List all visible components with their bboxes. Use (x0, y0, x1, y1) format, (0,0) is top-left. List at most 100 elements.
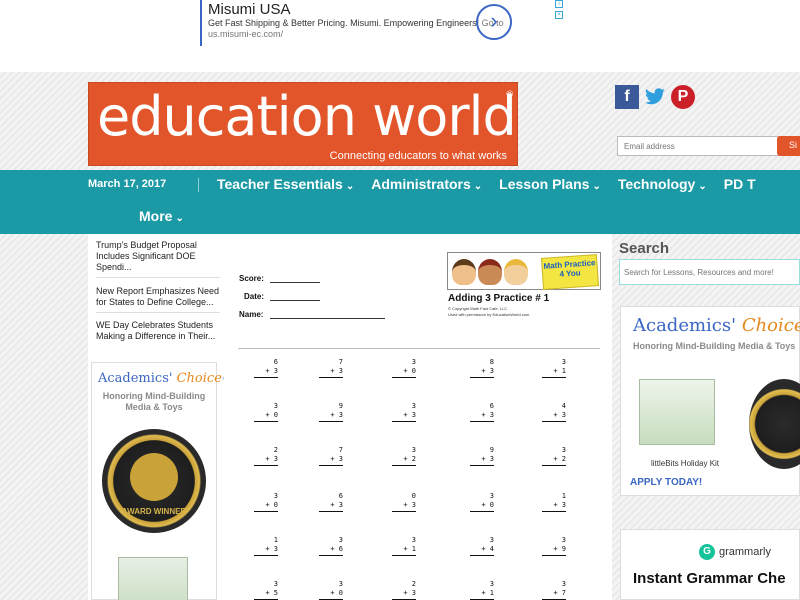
problem-top-number: 7 (338, 358, 343, 366)
nav-item-label: More (139, 208, 173, 224)
problem-bottom-number: + 3 (319, 411, 343, 420)
problem-bottom-number: + 1 (542, 367, 566, 376)
addition-problem: 2 + 3 (392, 580, 416, 600)
kids-illustration (450, 257, 530, 287)
logo-word-1: education (97, 85, 357, 148)
grammarly-logo: G grammarly (699, 544, 771, 560)
answer-line (319, 421, 343, 422)
addition-problem: 3 + 0 (392, 358, 416, 378)
top-ad-banner[interactable]: Misumi USA Get Fast Shipping & Better Pr… (0, 0, 800, 72)
problem-addend: 3 (489, 455, 494, 463)
addition-problem: 4 + 3 (542, 402, 566, 422)
answer-line (319, 555, 343, 556)
problem-top-number: 6 (489, 402, 494, 410)
academics-choice-ad[interactable]: Academics' Choice™ Honoring Mind-Buildin… (91, 362, 228, 600)
product-image (118, 557, 188, 600)
ad-content[interactable]: Misumi USA Get Fast Shipping & Better Pr… (200, 0, 520, 46)
problem-top-number: 3 (273, 580, 278, 588)
plus-sign: + (330, 545, 339, 553)
ad-title: Academics' Choice™ (98, 371, 228, 386)
nav-item-more[interactable]: More ⌄ (139, 208, 184, 224)
nav-item-lesson-plans[interactable]: Lesson Plans ⌄ (499, 176, 601, 192)
name-line (270, 318, 385, 319)
nav-item-administrators[interactable]: Administrators ⌄ (371, 176, 482, 192)
name-label: Name: (239, 310, 264, 319)
email-signup: Si (617, 136, 800, 156)
ad-title[interactable]: Misumi USA (208, 1, 520, 18)
problem-top-number: 6 (338, 492, 343, 500)
plus-sign: + (403, 367, 412, 375)
divider (96, 312, 220, 313)
grammarly-ad[interactable]: G grammarly Instant Grammar Che (620, 529, 800, 600)
addition-problem: 3 + 0 (254, 402, 278, 422)
answer-line (470, 377, 494, 378)
news-link[interactable]: WE Day Celebrates Students Making a Diff… (96, 320, 220, 342)
addition-problem: 7 + 3 (319, 446, 343, 466)
news-link[interactable]: Trump's Budget Proposal Includes Signifi… (96, 240, 220, 273)
problem-top-number: 2 (273, 446, 278, 454)
academics-choice-ad-large[interactable]: Academics' Choice Honoring Mind-Building… (620, 306, 800, 496)
ad-title-part-1: Academics' (98, 371, 173, 386)
problem-addend: 9 (561, 545, 566, 553)
signup-button[interactable]: Si (777, 136, 800, 156)
site-logo[interactable]: education world ® Connecting educators t… (88, 82, 518, 166)
problem-bottom-number: + 2 (542, 455, 566, 464)
problem-addend: 5 (273, 589, 278, 597)
nav-item-teacher-essentials[interactable]: Teacher Essentials ⌄ (217, 176, 354, 192)
problem-addend: 0 (273, 501, 278, 509)
problem-addend: 3 (561, 411, 566, 419)
problem-bottom-number: + 3 (319, 367, 343, 376)
problem-bottom-number: + 2 (392, 455, 416, 464)
apply-link[interactable]: APPLY TODAY! (630, 477, 702, 488)
plus-sign: + (553, 411, 562, 419)
twitter-icon[interactable] (643, 85, 667, 109)
addition-problem: 3 + 1 (542, 358, 566, 378)
problem-addend: 3 (411, 501, 416, 509)
problem-addend: 0 (338, 589, 343, 597)
award-medal-icon (749, 379, 800, 469)
addition-problem: 3 + 0 (319, 580, 343, 600)
ad-arrow-button[interactable]: › (476, 4, 512, 40)
plus-sign: + (553, 455, 562, 463)
problem-bottom-number: + 3 (254, 455, 278, 464)
answer-line (392, 465, 416, 466)
problem-top-number: 2 (411, 580, 416, 588)
ad-close-icon[interactable]: × (555, 11, 563, 19)
plus-sign: + (553, 545, 562, 553)
logo-registered-mark: ® (506, 89, 513, 99)
ad-info-icon[interactable]: i (555, 0, 563, 8)
problem-addend: 3 (411, 589, 416, 597)
problem-addend: 3 (273, 455, 278, 463)
problem-bottom-number: + 0 (470, 501, 494, 510)
addition-problem: 3 + 1 (392, 536, 416, 556)
problem-bottom-number: + 0 (254, 411, 278, 420)
news-link[interactable]: New Report Emphasizes Need for States to… (96, 286, 220, 308)
addition-problem: 9 + 3 (319, 402, 343, 422)
kid-icon (504, 259, 528, 285)
ad-choices-icon[interactable]: i × (555, 0, 565, 22)
plus-sign: + (481, 501, 490, 509)
problem-bottom-number: + 3 (392, 411, 416, 420)
plus-sign: + (481, 545, 490, 553)
answer-line (319, 377, 343, 378)
facebook-icon[interactable]: f (615, 85, 639, 109)
divider (238, 348, 600, 349)
pinterest-icon[interactable]: P (671, 85, 695, 109)
answer-line (319, 465, 343, 466)
chevron-down-icon: ⌄ (473, 181, 483, 192)
social-links: f P (615, 85, 695, 109)
problem-addend: 0 (273, 411, 278, 419)
problem-bottom-number: + 0 (392, 367, 416, 376)
plus-sign: + (553, 589, 562, 597)
plus-sign: + (330, 589, 339, 597)
nav-item-pd[interactable]: PD T (724, 176, 756, 192)
problem-bottom-number: + 5 (254, 589, 278, 598)
search-input[interactable] (619, 259, 800, 285)
email-field[interactable] (617, 136, 779, 156)
nav-item-technology[interactable]: Technology ⌄ (618, 176, 707, 192)
addition-problem: 3 + 0 (254, 492, 278, 512)
nav-item-label: Teacher Essentials (217, 176, 343, 192)
worksheet-title: Adding 3 Practice # 1 (448, 293, 550, 304)
logo-tagline: Connecting educators to what works (329, 150, 507, 162)
plus-sign: + (481, 411, 490, 419)
